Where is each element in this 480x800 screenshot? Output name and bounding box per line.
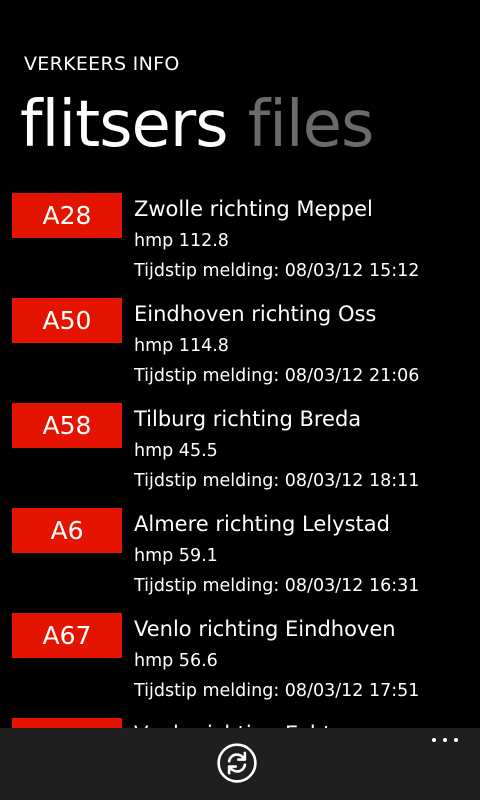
item-time: Tijdstip melding: 08/03/12 21:06	[134, 366, 420, 386]
road-badge: A58	[12, 403, 122, 448]
list-item[interactable]: A28 Zwolle richting Meppel hmp 112.8 Tij…	[0, 192, 480, 297]
item-time: Tijdstip melding: 08/03/12 17:51	[134, 681, 420, 701]
road-badge	[12, 718, 122, 728]
item-info: Venlo richting Eindhoven hmp 56.6 Tijdst…	[134, 612, 474, 706]
item-info: Zwolle richting Meppel hmp 112.8 Tijdsti…	[134, 192, 474, 286]
item-time: Tijdstip melding: 08/03/12 18:11	[134, 471, 420, 491]
item-time: Tijdstip melding: 08/03/12 15:12	[134, 261, 420, 281]
item-route: Venlo richting Eindhoven	[134, 617, 396, 641]
item-route: Venlo richting Echt	[134, 717, 474, 728]
refresh-icon[interactable]	[216, 742, 258, 784]
list-item[interactable]: A6 Almere richting Lelystad hmp 59.1 Tij…	[0, 507, 480, 612]
more-icon[interactable]	[432, 738, 458, 746]
pivot-header: flitsers files	[20, 82, 393, 168]
item-hmp: hmp 45.5	[134, 441, 218, 461]
list-item[interactable]: Venlo richting Echt	[0, 717, 480, 728]
item-info: Venlo richting Echt	[134, 717, 474, 728]
item-hmp: hmp 56.6	[134, 651, 218, 671]
dot	[443, 738, 447, 742]
pivot-tab-flitsers[interactable]: flitsers	[20, 82, 229, 168]
road-badge: A50	[12, 298, 122, 343]
item-route: Almere richting Lelystad	[134, 512, 390, 536]
item-route: Tilburg richting Breda	[134, 407, 362, 431]
dot	[454, 738, 458, 742]
list-item[interactable]: A58 Tilburg richting Breda hmp 45.5 Tijd…	[0, 402, 480, 507]
item-hmp: hmp 114.8	[134, 336, 229, 356]
list-item[interactable]: A50 Eindhoven richting Oss hmp 114.8 Tij…	[0, 297, 480, 402]
application-bar	[0, 728, 480, 800]
road-badge: A28	[12, 193, 122, 238]
item-info: Eindhoven richting Oss hmp 114.8 Tijdsti…	[134, 297, 474, 391]
item-time: Tijdstip melding: 08/03/12 16:31	[134, 576, 420, 596]
speed-camera-list[interactable]: A28 Zwolle richting Meppel hmp 112.8 Tij…	[0, 192, 480, 728]
item-info: Almere richting Lelystad hmp 59.1 Tijdst…	[134, 507, 474, 601]
app-title: VERKEERS INFO	[24, 53, 180, 75]
dot	[432, 738, 436, 742]
item-hmp: hmp 112.8	[134, 231, 229, 251]
app-window: VERKEERS INFO flitsers files A28 Zwolle r…	[0, 0, 480, 800]
item-hmp: hmp 59.1	[134, 546, 218, 566]
pivot-tab-files[interactable]: files	[248, 82, 375, 168]
item-info: Tilburg richting Breda hmp 45.5 Tijdstip…	[134, 402, 474, 496]
list-item[interactable]: A67 Venlo richting Eindhoven hmp 56.6 Ti…	[0, 612, 480, 717]
item-route: Zwolle richting Meppel	[134, 197, 373, 221]
road-badge: A6	[12, 508, 122, 553]
item-route: Eindhoven richting Oss	[134, 302, 377, 326]
road-badge: A67	[12, 613, 122, 658]
